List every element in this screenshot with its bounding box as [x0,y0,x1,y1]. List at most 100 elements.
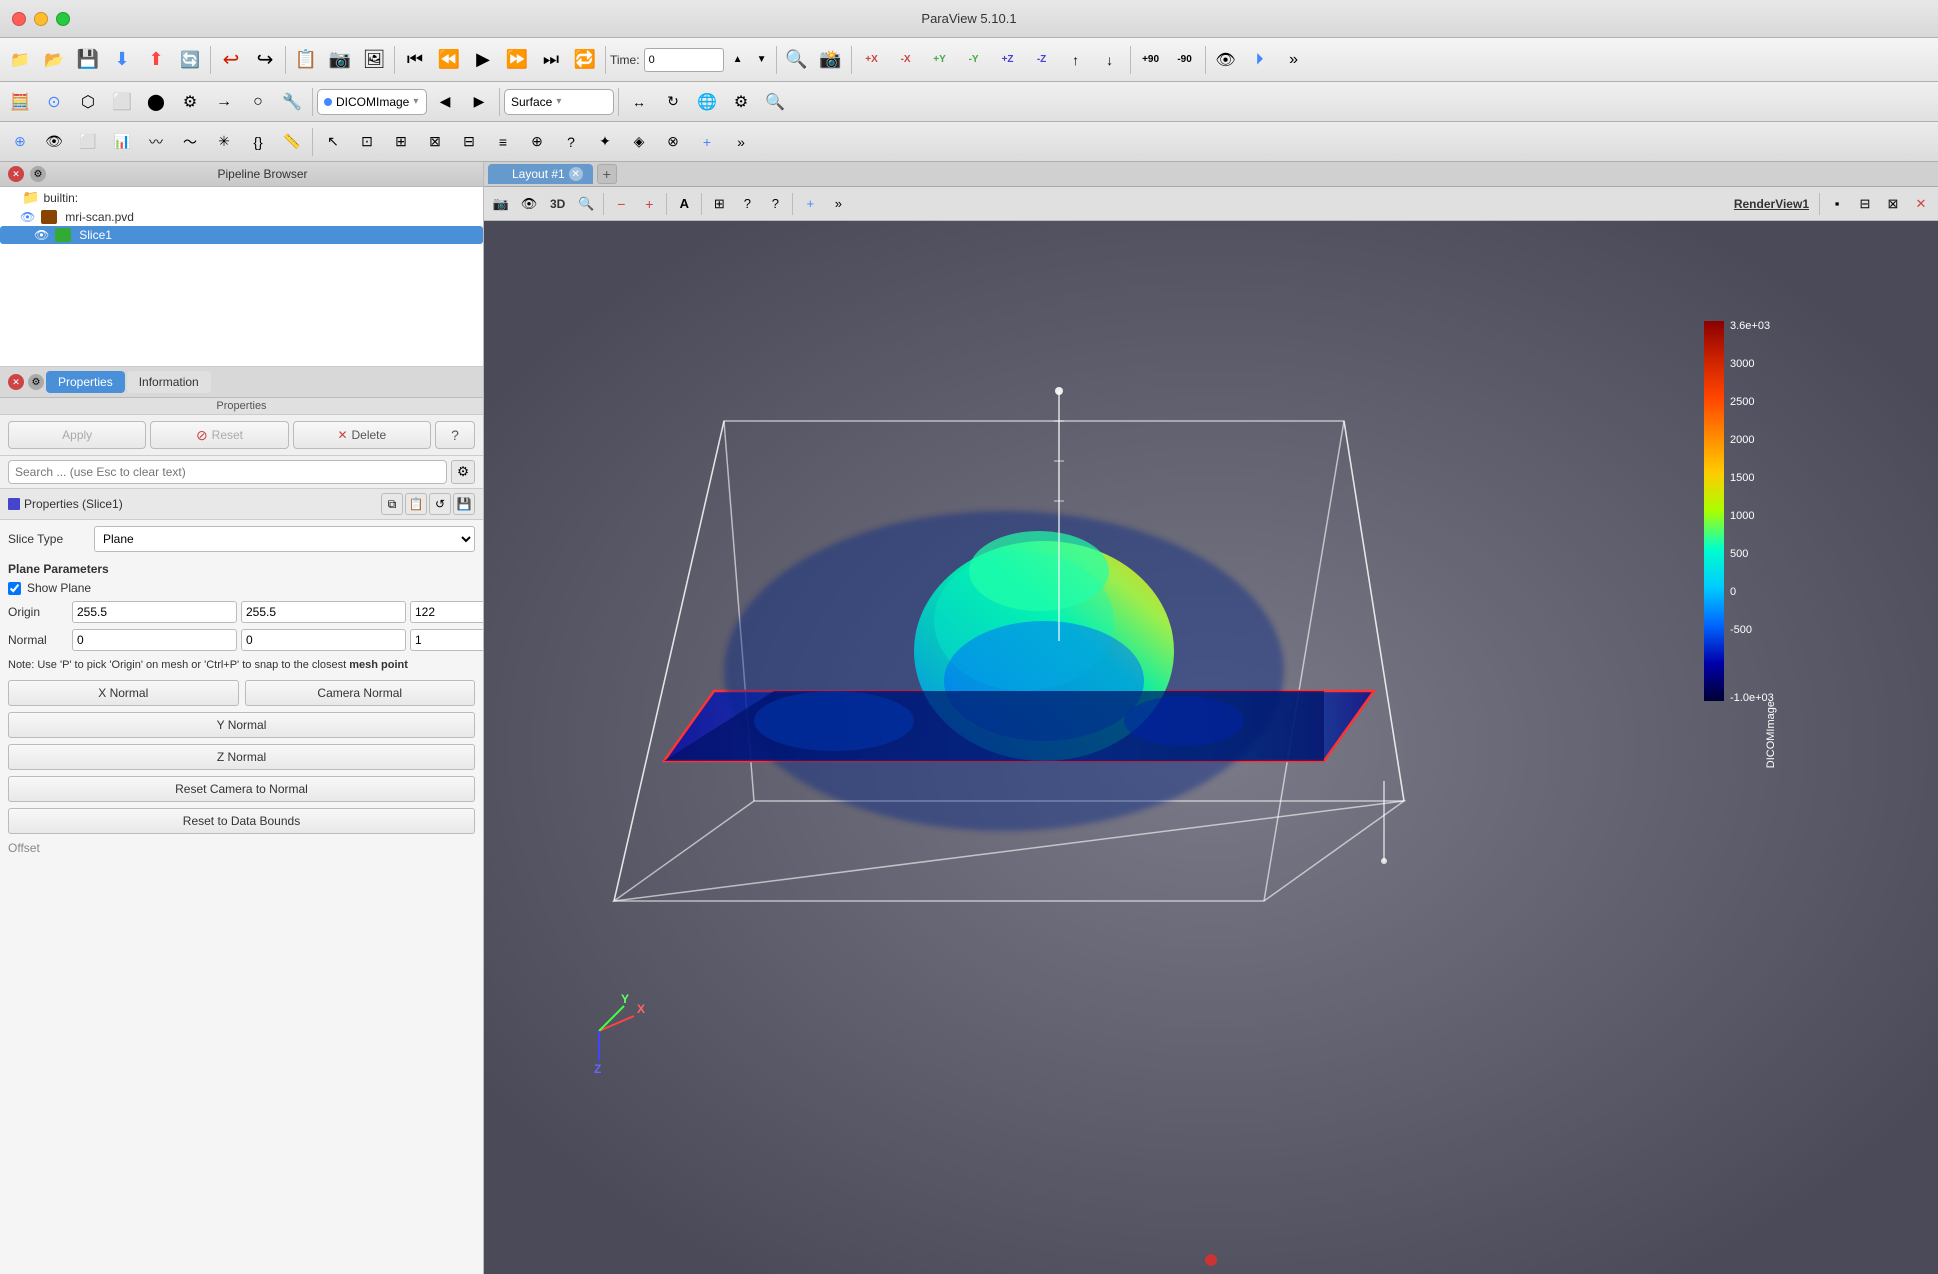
wave-button[interactable]: 〰 [140,126,172,158]
refresh-button[interactable]: 🔄 [174,44,206,76]
brace-button[interactable]: {} [242,126,274,158]
prev-button[interactable]: ⏪ [433,44,465,76]
viewport-tab-close-btn[interactable]: ✕ [569,167,583,181]
settings2-button[interactable]: ⚙ [174,86,206,118]
normal-z-input[interactable] [410,629,483,651]
tool-button[interactable]: 🔧 [276,86,308,118]
source-left-arrow[interactable]: ◀ [429,86,461,118]
copy-button[interactable]: 📋 [290,44,322,76]
viewport-tab-add-btn[interactable]: + [597,164,617,184]
interact-button[interactable]: ↔ [623,86,655,118]
time-step-up[interactable]: ▲ [728,44,748,76]
more2-button[interactable]: » [725,126,757,158]
select9-button[interactable]: ◈ [623,126,655,158]
redo-button[interactable]: ↪ [249,44,281,76]
apply-button[interactable]: Apply [8,421,146,449]
section-copy-btn[interactable]: ⧉ [381,493,403,515]
plus-z-button[interactable]: +Z [992,44,1024,76]
vp-close-view-btn[interactable]: ✕ [1908,191,1934,217]
rotate-button[interactable]: ↻ [657,86,689,118]
new-button[interactable]: 📁 [4,44,36,76]
viewport-tab-layout1[interactable]: Layout #1 ✕ [488,164,593,184]
normal-y-input[interactable] [241,629,406,651]
query-button[interactable]: ? [555,126,587,158]
rot-pos90[interactable]: +90 [1135,44,1167,76]
vp-query-btn[interactable]: ? [734,191,760,217]
vp-layout3-btn[interactable]: ⊠ [1880,191,1906,217]
orient-up[interactable]: ↑ [1060,44,1092,76]
origin-x-input[interactable] [72,601,237,623]
vp-layout2-btn[interactable]: ⊟ [1852,191,1878,217]
box-button[interactable]: ⬜ [106,86,138,118]
slice-type-select[interactable]: Plane [94,526,475,552]
vp-add-btn[interactable]: + [797,191,823,217]
filter-button[interactable]: ⊙ [38,86,70,118]
vp-layout1-btn[interactable]: ▪ [1824,191,1850,217]
select5-button[interactable]: ⊟ [453,126,485,158]
select6-button[interactable]: ≡ [487,126,519,158]
pipeline-close-btn[interactable]: ✕ [8,166,24,182]
orient-down[interactable]: ↓ [1094,44,1126,76]
maximize-button[interactable] [56,12,70,26]
select4-button[interactable]: ⊠ [419,126,451,158]
z-normal-button[interactable]: Z Normal [8,744,475,770]
camera-button[interactable]: 📷 [324,44,356,76]
origin-y-input[interactable] [241,601,406,623]
play-button[interactable]: ▶ [467,44,499,76]
plus-y-button[interactable]: +Y [924,44,956,76]
pipeline-item-slice1[interactable]: 👁 Slice1 [0,226,483,244]
help-button[interactable]: ? [435,421,475,449]
more-button[interactable]: ⏵ [1244,44,1276,76]
vp-help-btn[interactable]: ? [762,191,788,217]
zoom2-button[interactable]: 🔍 [759,86,791,118]
props-settings-btn[interactable]: ⚙ [28,374,44,390]
bar-chart-button[interactable]: 📊 [106,126,138,158]
vp-zoom-btn[interactable]: 🔍 [573,191,599,217]
gear2-button[interactable]: ⚙ [725,86,757,118]
ruler-button[interactable]: 📏 [276,126,308,158]
eye2-button[interactable]: 👁 [38,126,70,158]
plus2-button[interactable]: + [691,126,723,158]
rot-neg90[interactable]: -90 [1169,44,1201,76]
representation-dropdown[interactable]: Surface ▾ [504,89,614,115]
pipeline-item-builtin[interactable]: 📁 builtin: [0,187,483,208]
circle-button[interactable]: ○ [242,86,274,118]
reset-camera-button[interactable]: Reset Camera to Normal [8,776,475,802]
search-settings-button[interactable]: ⚙ [451,460,475,484]
select8-button[interactable]: ✦ [589,126,621,158]
eye-button[interactable]: 👁 [1210,44,1242,76]
zoom-button[interactable]: 🔍 [781,44,813,76]
y-normal-button[interactable]: Y Normal [8,712,475,738]
vp-more-btn[interactable]: » [825,191,851,217]
globe-button[interactable]: 🌐 [691,86,723,118]
source-dropdown[interactable]: DICOMImage ▾ [317,89,427,115]
search-input[interactable] [8,460,447,484]
extra-button[interactable]: » [1278,44,1310,76]
select2-button[interactable]: ⊡ [351,126,383,158]
props-close-btn[interactable]: ✕ [8,374,24,390]
cube-button[interactable]: ⬡ [72,86,104,118]
pipeline-item-mri[interactable]: 👁 mri-scan.pvd [0,208,483,226]
pipeline-settings-btn[interactable]: ⚙ [30,166,46,182]
select7-button[interactable]: ⊕ [521,126,553,158]
show-plane-checkbox[interactable] [8,582,21,595]
filter2-button[interactable]: ⊕ [4,126,36,158]
camera2-button[interactable]: 📸 [815,44,847,76]
time-step-down[interactable]: ▼ [752,44,772,76]
star-button[interactable]: ✳ [208,126,240,158]
vp-eye-btn[interactable]: 👁 [516,191,542,217]
vp-plus-btn[interactable]: + [636,191,662,217]
vp-minus-btn[interactable]: − [608,191,634,217]
section-refresh-btn[interactable]: ↺ [429,493,451,515]
skip-start-button[interactable]: ⏮ [399,44,431,76]
minus-z-button[interactable]: -Z [1026,44,1058,76]
close-button[interactable] [12,12,26,26]
next-button[interactable]: ⏩ [501,44,533,76]
minus-y-button[interactable]: -Y [958,44,990,76]
tab-information[interactable]: Information [127,371,211,393]
select3-button[interactable]: ⊞ [385,126,417,158]
undo-button[interactable]: ↩ [215,44,247,76]
save-button[interactable]: 💾 [72,44,104,76]
reset-button[interactable]: ⊘ Reset [150,421,288,449]
time-input[interactable] [644,48,724,72]
